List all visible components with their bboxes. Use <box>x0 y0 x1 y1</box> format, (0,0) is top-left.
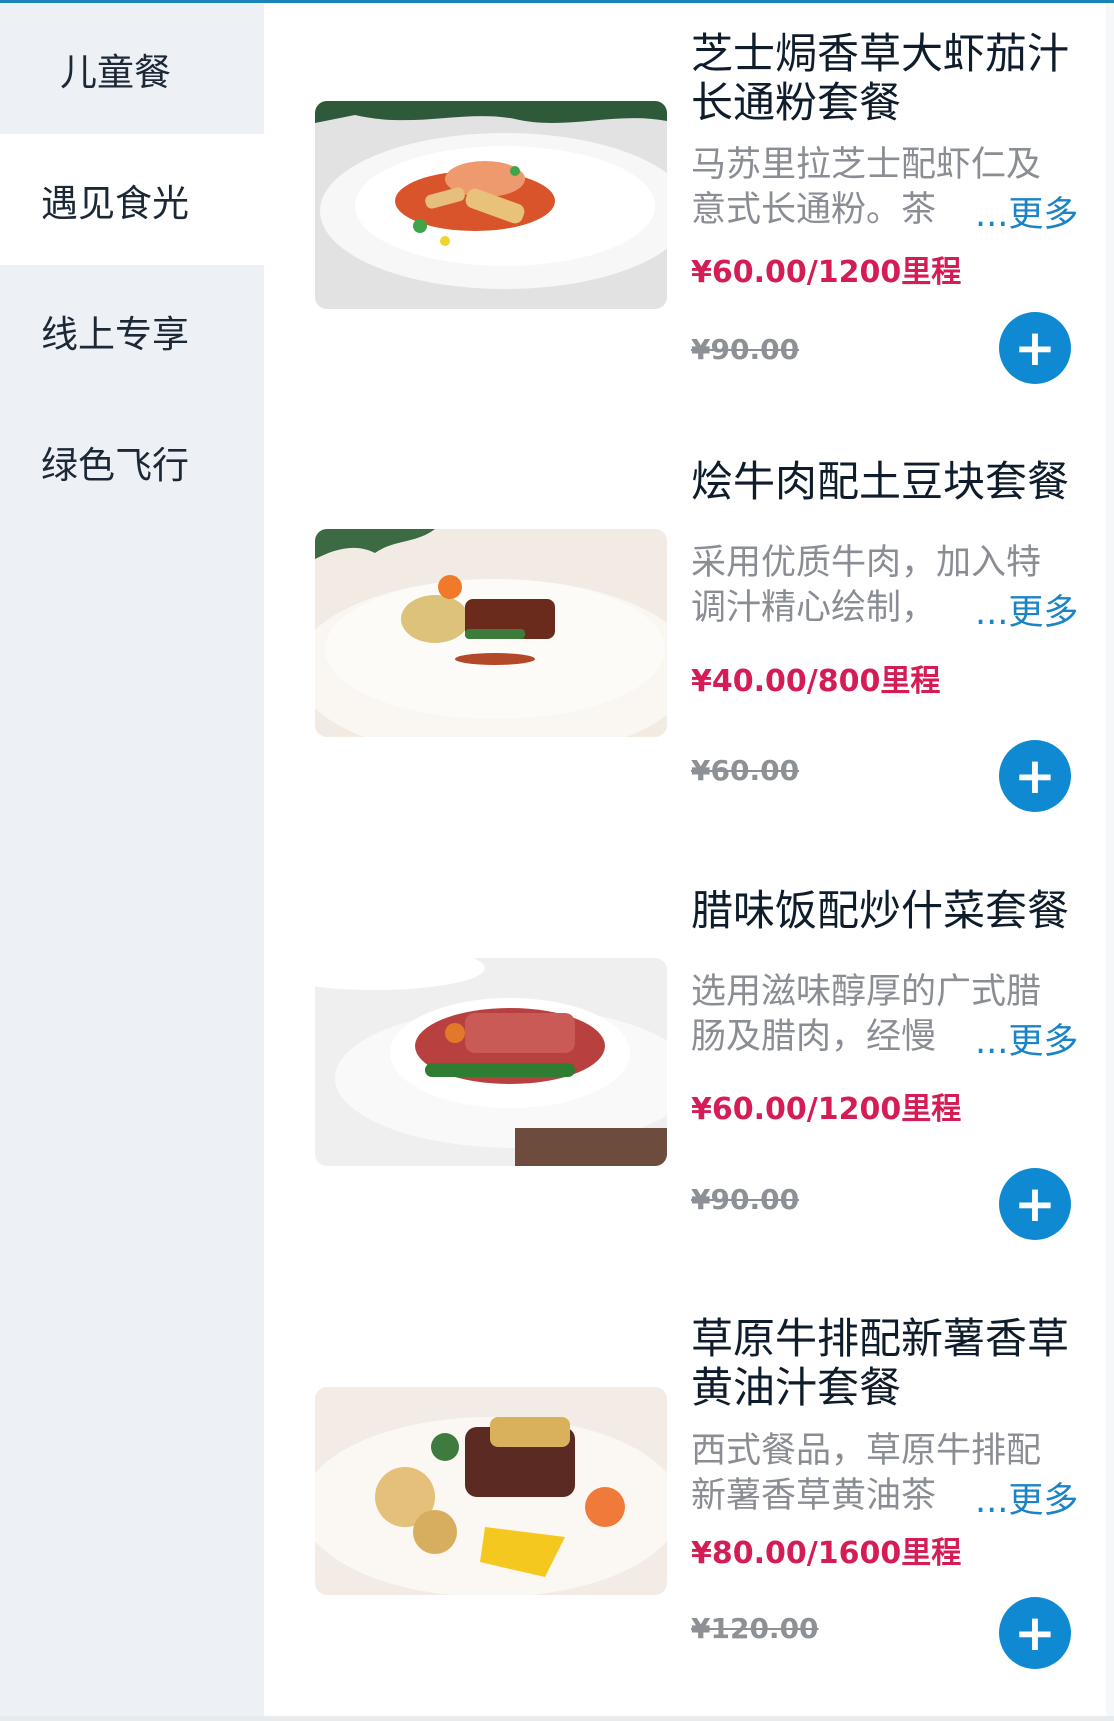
category-sidebar: 儿童餐 遇见食光 线上专享 绿色飞行 <box>0 3 264 1721</box>
product-title: 腊味饭配炒什菜套餐 <box>691 886 1070 935</box>
product-card[interactable]: 腊味饭配炒什菜套餐 选用滋味醇厚的广式腊肠及腊肉，经慢 ...更多 ¥60.00… <box>264 860 1106 1288</box>
sidebar-item-kids-meal[interactable]: 儿童餐 <box>0 3 264 134</box>
product-title: 芝士焗香草大虾茄汁长通粉套餐 <box>691 29 1070 127</box>
more-link[interactable]: ...更多 <box>969 584 1079 635</box>
product-image-beef[interactable] <box>315 529 667 737</box>
bottom-divider <box>0 1716 1114 1721</box>
product-title: 烩牛肉配土豆块套餐 <box>691 457 1070 506</box>
add-to-cart-button[interactable]: + <box>999 1597 1071 1669</box>
sidebar-item-green-flight[interactable]: 绿色飞行 <box>0 396 264 527</box>
more-link[interactable]: ...更多 <box>969 186 1079 237</box>
product-price: ¥80.00/1600里程 <box>691 1536 962 1571</box>
add-to-cart-button[interactable]: + <box>999 1168 1071 1240</box>
more-link[interactable]: ...更多 <box>969 1472 1079 1523</box>
original-price: ¥120.00 <box>691 1612 819 1645</box>
product-price: ¥60.00/1200里程 <box>691 255 962 290</box>
product-price: ¥60.00/1200里程 <box>691 1092 962 1127</box>
sidebar-item-label: 遇见食光 <box>41 181 189 225</box>
product-price: ¥40.00/800里程 <box>691 664 941 699</box>
product-card[interactable]: 草原牛排配新薯香草黄油汁套餐 西式餐品，草原牛排配新薯香草黄油茶 ...更多 ¥… <box>264 1288 1106 1716</box>
product-image-cured-meat-rice[interactable] <box>315 958 667 1166</box>
add-to-cart-button[interactable]: + <box>999 312 1071 384</box>
product-title: 草原牛排配新薯香草黄油汁套餐 <box>691 1314 1070 1412</box>
original-price: ¥60.00 <box>691 754 800 787</box>
scroll-edge <box>1106 3 1114 1721</box>
more-link[interactable]: ...更多 <box>969 1013 1079 1064</box>
sidebar-item-online-exclusive[interactable]: 线上专享 <box>0 265 264 396</box>
original-price: ¥90.00 <box>691 1183 800 1216</box>
sidebar-item-label: 线上专享 <box>41 312 189 356</box>
add-to-cart-button[interactable]: + <box>999 740 1071 812</box>
sidebar-item-label: 绿色飞行 <box>41 443 189 487</box>
product-image-steak[interactable] <box>315 1387 667 1595</box>
sidebar-item-meet-food-time[interactable]: 遇见食光 <box>0 134 264 265</box>
plus-icon: + <box>1014 1175 1056 1233</box>
plus-icon: + <box>1014 1604 1056 1662</box>
original-price: ¥90.00 <box>691 333 800 366</box>
plus-icon: + <box>1014 319 1056 377</box>
product-card[interactable]: 芝士焗香草大虾茄汁长通粉套餐 马苏里拉芝士配虾仁及意式长通粉。茶 ...更多 ¥… <box>264 3 1106 431</box>
product-image-pasta[interactable] <box>315 101 667 309</box>
sidebar-item-label: 儿童餐 <box>60 50 171 94</box>
plus-icon: + <box>1014 747 1056 805</box>
product-card[interactable]: 烩牛肉配土豆块套餐 采用优质牛肉，加入特调汁精心绘制， ...更多 ¥40.00… <box>264 431 1106 859</box>
